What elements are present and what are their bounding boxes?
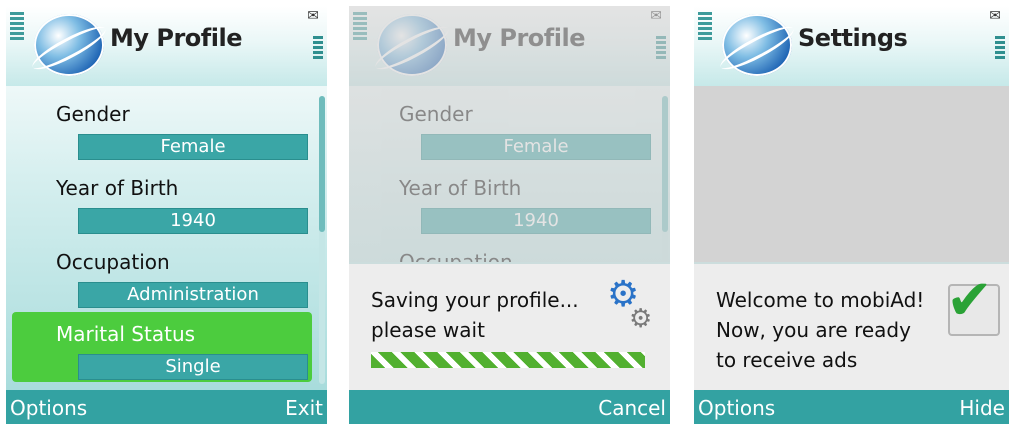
app-logo-icon [28,14,110,77]
mail-icon: ✉ [650,8,662,24]
options-softkey[interactable]: Options [10,396,87,420]
options-softkey[interactable]: Options [698,396,775,420]
gender-field[interactable]: Female [78,134,308,160]
softkey-bar: Options Hide [694,390,1009,424]
year-of-birth-label: Year of Birth [399,176,522,200]
welcome-message-line1: Welcome to mobiAd! [716,288,925,312]
status-bar: My Profile ✉ [349,6,670,86]
occupation-field[interactable]: Administration [78,282,308,308]
profile-form: Gender Female Year of Birth 1940 Occupat… [6,86,327,390]
progress-bar [371,352,645,368]
year-of-birth-label: Year of Birth [56,176,179,200]
status-bar: Settings ✉ [694,6,1009,86]
saving-screen: My Profile ✉ Gender Female Year of Birth… [349,6,670,424]
screen-title: My Profile [453,24,585,52]
checkmark-icon: ✔ [946,268,1000,336]
year-of-birth-field[interactable]: 1940 [78,208,308,234]
saving-message-line2: please wait [371,318,485,342]
hide-softkey[interactable]: Hide [959,396,1005,420]
signal-icon [353,12,367,62]
marital-status-label: Marital Status [56,322,196,346]
battery-icon [313,36,323,70]
scrollbar-thumb[interactable] [319,96,325,232]
mail-icon: ✉ [307,8,319,24]
cancel-softkey[interactable]: Cancel [598,396,666,420]
welcome-message-line2: Now, you are ready [716,318,911,342]
battery-icon [995,36,1005,70]
gender-field: Female [421,134,651,160]
signal-icon [698,12,712,62]
welcome-message-line3: to receive ads [716,348,858,372]
gender-label: Gender [56,102,130,126]
app-logo-icon [371,14,453,77]
app-logo-icon [716,14,798,77]
softkey-bar: Cancel [349,390,670,424]
battery-icon [656,36,666,70]
occupation-label: Occupation [56,250,170,274]
scrollbar-thumb [662,96,668,232]
saving-message-line1: Saving your profile... [371,288,579,312]
welcome-dialog: Welcome to mobiAd! Now, you are ready to… [694,262,1009,392]
screen-title: My Profile [110,24,242,52]
softkey-bar: Options Exit [6,390,327,424]
gender-label: Gender [399,102,473,126]
small-gear-icon: ⚙ [629,304,653,334]
exit-softkey[interactable]: Exit [285,396,323,420]
year-of-birth-field: 1940 [421,208,651,234]
signal-icon [10,12,24,62]
status-bar: My Profile ✉ [6,6,327,86]
marital-status-field[interactable]: Single [78,354,308,380]
scrollbar[interactable] [319,96,325,384]
profile-screen: My Profile ✉ Gender Female Year of Birth… [6,6,327,424]
saving-dialog: Saving your profile... please wait ⚙ ⚙ [349,262,670,392]
settings-screen: Settings ✉ Welcome to mobiAd! Now, you a… [694,6,1009,424]
screen-title: Settings [798,24,908,52]
mail-icon: ✉ [989,8,1001,24]
